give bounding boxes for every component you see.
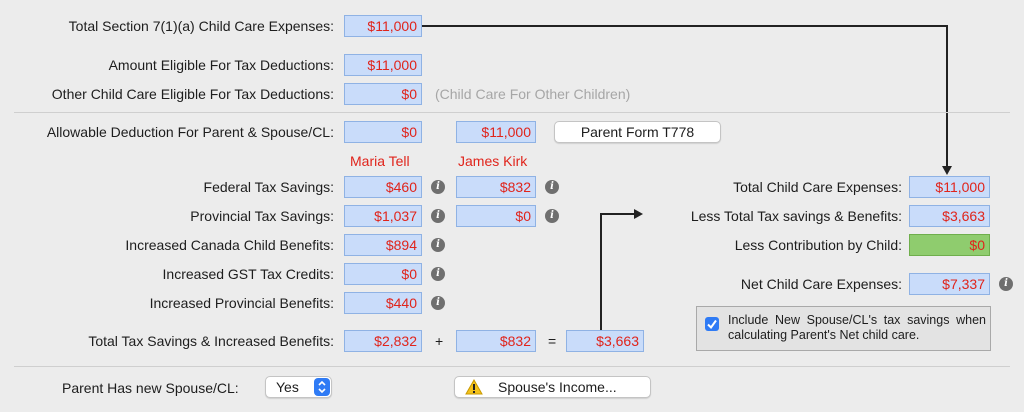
total-parent-field[interactable]: $2,832 [344,330,422,352]
other-eligible-field[interactable]: $0 [344,83,422,105]
other-children-note: (Child Care For Other Children) [435,86,631,102]
warning-icon [465,379,483,395]
total-section-field[interactable]: $11,000 [344,15,422,37]
arrowhead-savings [634,209,643,219]
total-child-care-expenses-label: Total Child Care Expenses: [733,179,902,195]
info-icon[interactable]: i [545,180,559,194]
spouse-select[interactable]: Yes [265,376,332,398]
parent-form-t778-button[interactable]: Parent Form T778 [554,121,721,143]
spouse-select-value: Yes [276,379,299,395]
info-icon[interactable]: i [431,267,445,281]
federal-parent-field[interactable]: $460 [344,176,422,198]
divider-bottom [14,366,1010,367]
less-contribution-field[interactable]: $0 [909,234,990,256]
other-eligible-label: Other Child Care Eligible For Tax Deduct… [51,86,334,102]
total-tax-savings-label: Total Tax Savings & Increased Benefits: [88,333,334,349]
net-child-care-label: Net Child Care Expenses: [740,276,902,292]
divider-top [14,112,1010,113]
plus-sign: + [435,333,444,349]
checkmark-icon [707,319,717,330]
parent-name: Maria Tell [350,153,410,169]
less-tax-savings-label: Less Total Tax savings & Benefits: [690,208,902,224]
less-tax-savings-field[interactable]: $3,663 [909,205,990,227]
amount-eligible-label: Amount Eligible For Tax Deductions: [108,57,334,73]
federal-tax-savings-label: Federal Tax Savings: [203,179,334,195]
parent-has-spouse-label: Parent Has new Spouse/CL: [62,380,239,396]
provincial-spouse-field[interactable]: $0 [456,205,536,227]
info-icon[interactable]: i [431,296,445,310]
include-spouse-label: Include New Spouse/CL's tax savings when… [728,313,986,342]
total-spouse-field[interactable]: $832 [456,330,536,352]
provincial-tax-savings-label: Provincial Tax Savings: [190,208,334,224]
total-section-label: Total Section 7(1)(a) Child Care Expense… [68,18,334,34]
include-spouse-checkbox[interactable] [705,317,719,331]
info-icon[interactable]: i [431,180,445,194]
info-icon[interactable]: i [431,209,445,223]
spouse-name: James Kirk [458,153,528,169]
federal-spouse-field[interactable]: $832 [456,176,536,198]
spouse-savings-group: Include New Spouse/CL's tax savings when… [696,306,991,351]
info-icon[interactable]: i [431,238,445,252]
info-icon[interactable]: i [999,277,1013,291]
spouse-income-label: Spouse's Income... [498,379,617,395]
allowable-parent-field[interactable]: $0 [344,121,422,143]
equals-sign: = [548,333,557,349]
allowable-spouse-field[interactable]: $11,000 [456,121,536,143]
provincial-benefits-label: Increased Provincial Benefits: [149,295,334,311]
spouse-income-button[interactable]: Spouse's Income... [454,376,651,398]
arrowhead-total [942,166,952,175]
gst-tax-credits-label: Increased GST Tax Credits: [162,266,334,282]
total-child-care-expenses-field[interactable]: $11,000 [909,176,990,198]
allowable-deduction-label: Allowable Deduction For Parent & Spouse/… [46,124,334,140]
info-icon[interactable]: i [545,209,559,223]
net-child-care-field[interactable]: $7,337 [909,273,990,295]
amount-eligible-field[interactable]: $11,000 [344,54,422,76]
gst-tax-credits-field[interactable]: $0 [344,263,422,285]
total-savings-field[interactable]: $3,663 [566,330,644,352]
chevron-updown-icon [314,378,330,396]
less-contribution-label: Less Contribution by Child: [734,237,902,253]
provincial-benefits-field[interactable]: $440 [344,292,422,314]
canada-child-benefits-label: Increased Canada Child Benefits: [125,237,334,253]
canada-child-benefits-field[interactable]: $894 [344,234,422,256]
provincial-parent-field[interactable]: $1,037 [344,205,422,227]
arrow-connector-savings [600,213,636,330]
